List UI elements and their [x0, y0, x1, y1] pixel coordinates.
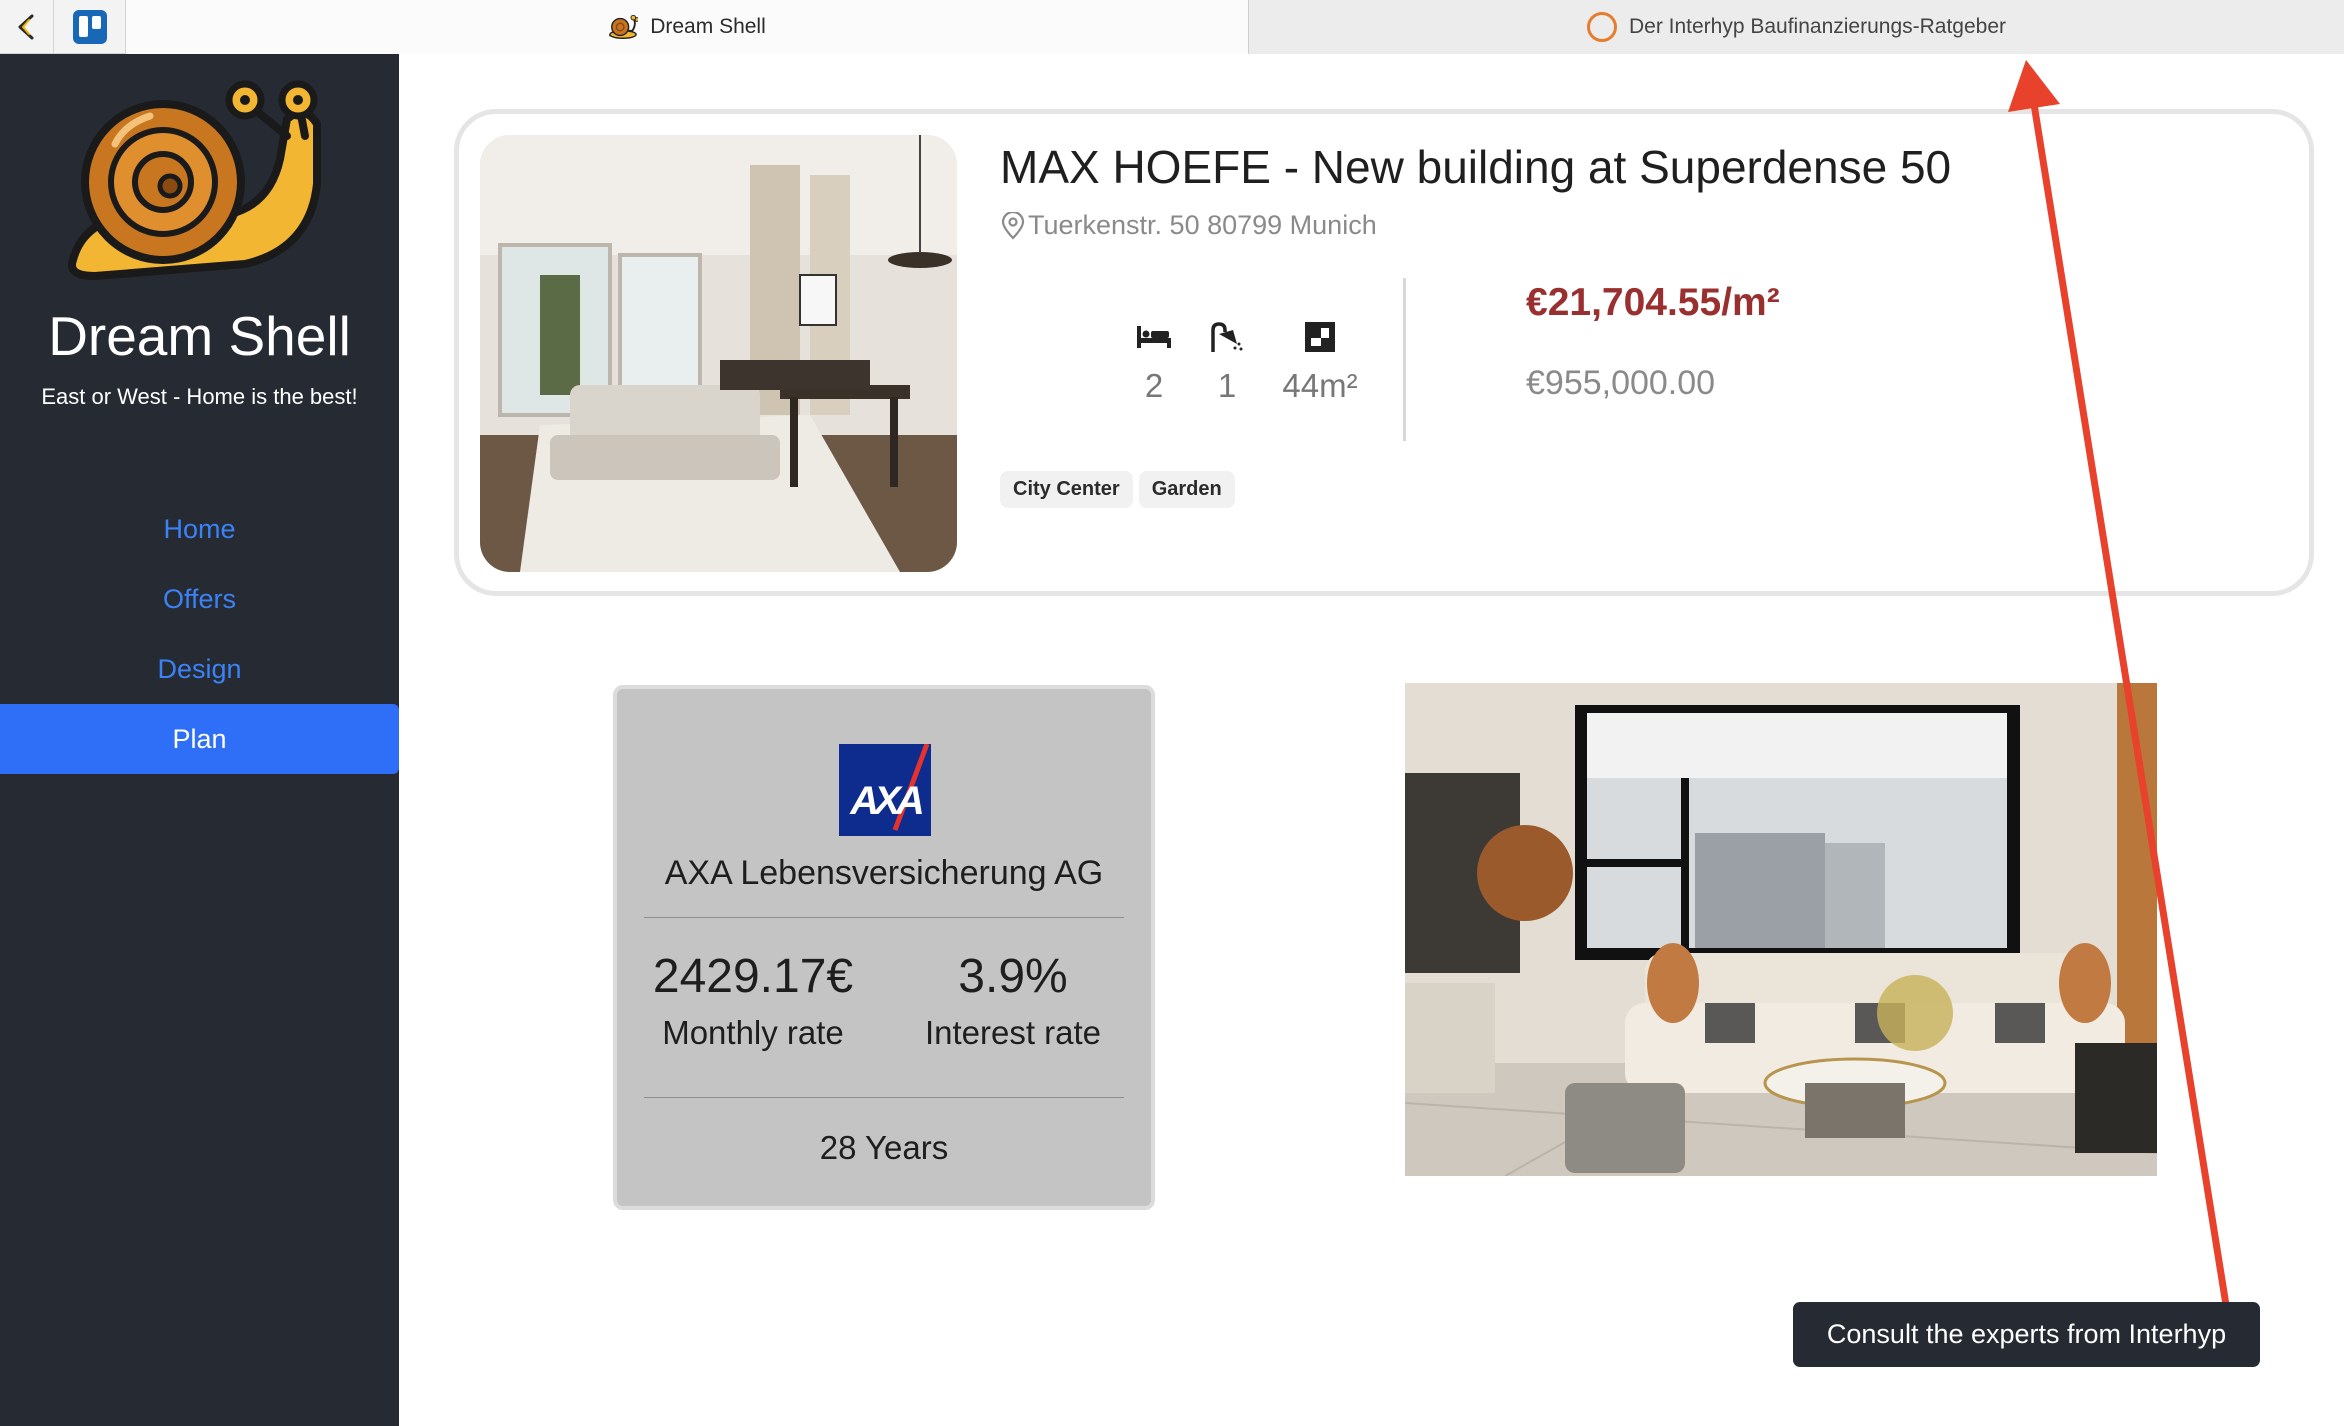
price-per-sqm: €21,704.55/m²	[1526, 281, 1780, 324]
sidebar: Dream Shell East or West - Home is the b…	[0, 54, 399, 1426]
browser-tab-bar: Dream Shell Der Interhyp Baufinanzierung…	[0, 0, 2344, 54]
back-button[interactable]	[0, 0, 54, 54]
tab-interhyp-ratgeber[interactable]: Der Interhyp Baufinanzierungs-Ratgeber	[1249, 0, 2344, 54]
trello-tab[interactable]	[54, 0, 126, 54]
axa-logo: AXA	[839, 744, 931, 836]
brand-name: Dream Shell	[48, 305, 351, 367]
area-value: 44m²	[1282, 367, 1358, 404]
floor-area-icon	[1270, 319, 1370, 355]
monthly-rate-stat: 2429.17€ Monthly rate	[633, 949, 873, 1052]
nav-item-design[interactable]: Design	[0, 634, 399, 704]
bedrooms-count: 2	[1144, 367, 1164, 404]
tag-garden: Garden	[1138, 471, 1235, 508]
divider	[644, 1097, 1124, 1098]
nav-item-offers[interactable]: Offers	[0, 564, 399, 634]
listing-address: Tuerkenstr. 50 80799 Munich	[1000, 210, 1377, 241]
back-arrow-icon	[18, 14, 33, 40]
interest-rate-label: Interest rate	[924, 1014, 1102, 1051]
shower-icon	[1187, 319, 1267, 355]
loading-ring-icon	[1586, 12, 1617, 42]
listing-title: MAX HOEFE - New building at Superdense 5…	[1000, 141, 1952, 193]
insurer-name: AXA Lebensversicherung AG	[664, 854, 1104, 892]
divider	[644, 917, 1124, 918]
axa-logo-text: AXA	[849, 779, 922, 823]
bedrooms-feature: 2	[1114, 319, 1194, 405]
brand-tagline: East or West - Home is the best!	[41, 384, 358, 409]
nav-item-home[interactable]: Home	[0, 494, 399, 564]
interest-rate-value: 3.9%	[958, 950, 1068, 1003]
snail-logo-icon	[68, 80, 321, 280]
address-text: Tuerkenstr. 50 80799 Munich	[1028, 210, 1377, 240]
bed-icon	[1114, 319, 1194, 355]
location-pin-icon	[1001, 211, 1025, 240]
details-divider	[1403, 278, 1406, 441]
tab-label: Dream Shell	[650, 15, 766, 38]
monthly-rate-label: Monthly rate	[662, 1014, 844, 1051]
listing-photo	[480, 135, 957, 572]
listing-card[interactable]: MAX HOEFE - New building at Superdense 5…	[454, 109, 2314, 596]
loan-term: 28 Years	[819, 1129, 949, 1166]
listing-tags: City Center Garden	[1000, 471, 1235, 508]
tab-label: Der Interhyp Baufinanzierungs-Ratgeber	[1628, 15, 2007, 38]
total-price: €955,000.00	[1526, 364, 1716, 402]
nav-item-plan[interactable]: Plan	[0, 704, 399, 774]
tab-dream-shell[interactable]: Dream Shell	[126, 0, 1249, 54]
tag-city-center: City Center	[1000, 471, 1133, 508]
interhyp-tooltip: Consult the experts from Interhyp	[1793, 1302, 2260, 1367]
sidebar-nav: Home Offers Design Plan	[0, 494, 399, 774]
area-feature: 44m²	[1270, 319, 1370, 405]
bathrooms-feature: 1	[1187, 319, 1267, 405]
snail-icon	[608, 12, 639, 42]
bathrooms-count: 1	[1217, 367, 1237, 404]
trello-icon	[72, 10, 107, 44]
living-room-image	[1405, 683, 2157, 1176]
financing-offer-card[interactable]: AXA AXA Lebensversicherung AG 2429.17€ M…	[613, 685, 1155, 1210]
interest-rate-stat: 3.9% Interest rate	[893, 949, 1133, 1052]
monthly-rate-value: 2429.17€	[652, 950, 854, 1003]
